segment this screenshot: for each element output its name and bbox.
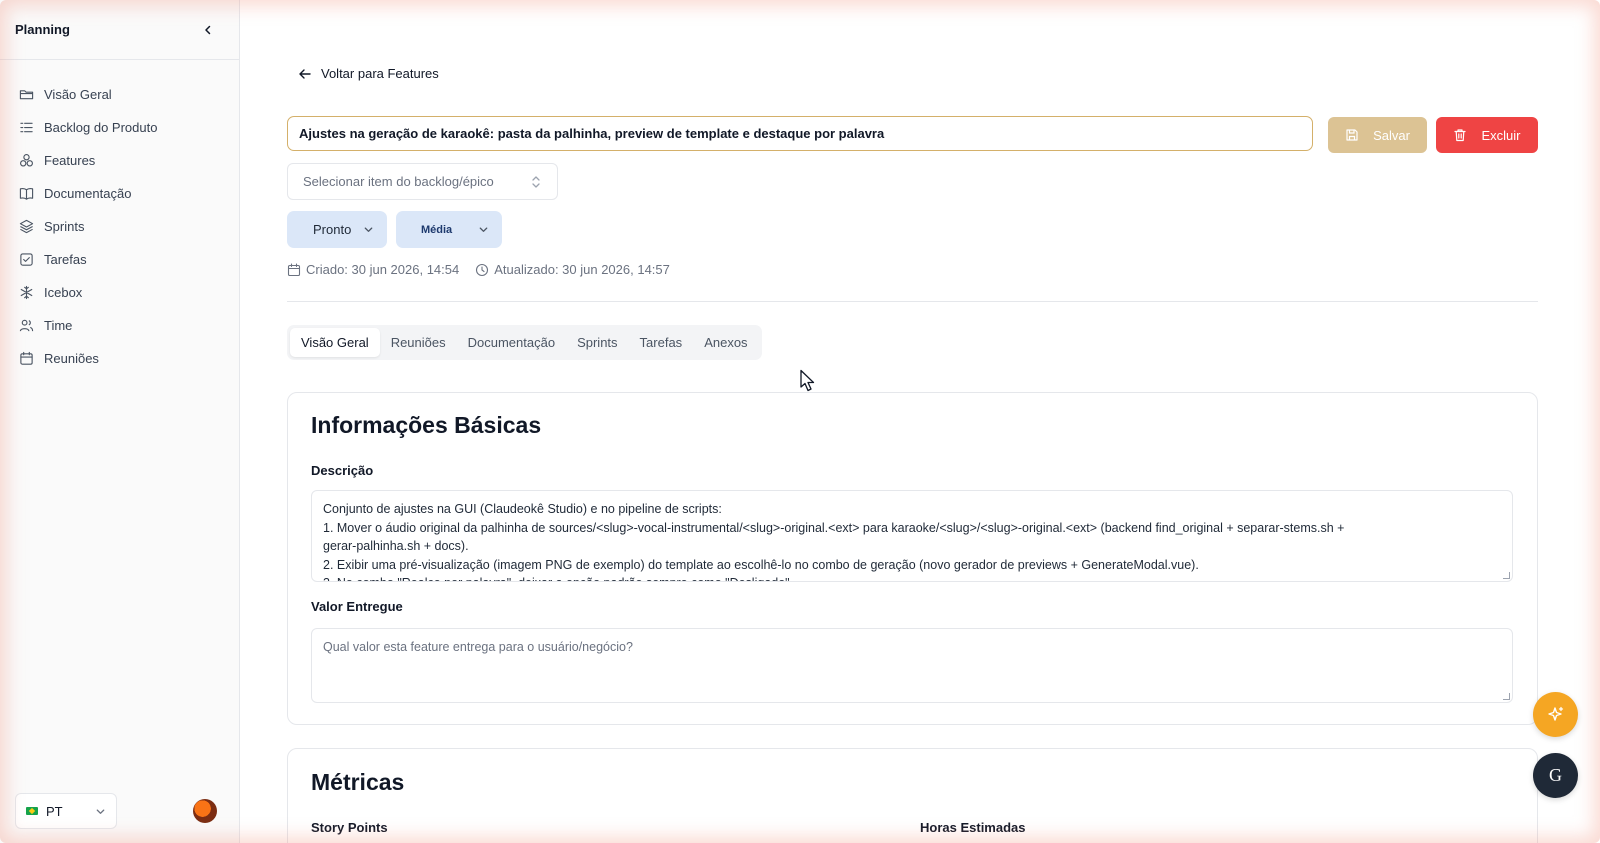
metrics-title: Métricas (311, 769, 405, 795)
trash-icon (1454, 129, 1467, 142)
calendar-icon (287, 262, 301, 276)
metrics-card: Métricas Story Points Horas Estimadas (287, 748, 1538, 843)
resize-handle[interactable] (1503, 693, 1510, 700)
basic-info-card: Informações Básicas Descrição Conjunto d… (287, 392, 1538, 725)
divider (287, 301, 1538, 302)
language-select[interactable]: PT (15, 793, 117, 829)
sidebar-item-features[interactable]: Features (0, 144, 239, 177)
delete-label: Excluir (1481, 127, 1521, 143)
backlog-epic-select[interactable]: Selecionar item do backlog/épico (287, 163, 558, 200)
clock-icon (476, 263, 489, 276)
sidebar-item-label: Reuniões (44, 351, 99, 366)
status-select[interactable]: Pronto (287, 211, 387, 248)
brazil-flag-icon (26, 807, 38, 815)
tab-sprints[interactable]: Sprints (566, 328, 628, 357)
value-delivered-label: Valor Entregue (311, 599, 403, 614)
sidebar-item-label: Icebox (44, 285, 83, 300)
main-content: Voltar para Features Ajustes na geração … (240, 0, 1600, 843)
sidebar-item-label: Visão Geral (44, 87, 112, 102)
snowflake-icon (20, 285, 33, 300)
description-line: Conjunto de ajustes na GUI (Claudeokê St… (323, 502, 722, 516)
description-line: 3. No combo "Realce por palavra", deixar… (323, 574, 1501, 581)
collapse-sidebar-button[interactable] (199, 21, 217, 39)
value-delivered-placeholder: Qual valor esta feature entrega para o u… (323, 640, 633, 654)
tab-visao-geral[interactable]: Visão Geral (290, 328, 380, 357)
calendar-icon (20, 351, 33, 365)
ai-assistant-button[interactable] (1533, 692, 1578, 737)
sparkles-icon (1547, 706, 1563, 721)
sidebar-item-label: Features (44, 153, 96, 168)
language-label: PT (46, 803, 63, 819)
folder-icon (19, 90, 34, 100)
sidebar-footer: PT (15, 793, 217, 829)
chevron-down-icon (364, 227, 373, 232)
timestamps: Criado: 30 jun 2026, 14:54 Atualizado: 3… (287, 262, 670, 277)
sidebar: Planning Visão Geral Backlog do Produto … (0, 0, 240, 843)
sidebar-title: Planning (15, 22, 70, 37)
story-points-label: Story Points (311, 820, 388, 835)
sidebar-item-backlog[interactable]: Backlog do Produto (0, 111, 239, 144)
tab-tarefas[interactable]: Tarefas (629, 328, 694, 357)
save-button[interactable]: Salvar (1328, 117, 1427, 153)
delete-button[interactable]: Excluir (1436, 117, 1538, 153)
description-line: gerar-palhinha.sh + docs). (323, 539, 469, 553)
status-value: Pronto (313, 222, 352, 237)
mouse-cursor-icon (800, 369, 815, 392)
g-assistant-button[interactable]: G (1533, 753, 1578, 798)
updated-at: Atualizado: 30 jun 2026, 14:57 (494, 262, 670, 277)
tab-reunioes[interactable]: Reuniões (380, 328, 457, 357)
save-label: Salvar (1373, 127, 1410, 143)
feature-title-input[interactable]: Ajustes na geração de karaokê: pasta da … (287, 116, 1313, 151)
chevron-down-icon (479, 227, 488, 232)
value-delivered-textarea[interactable]: Qual valor esta feature entrega para o u… (311, 628, 1513, 703)
boxes-icon (20, 154, 33, 167)
description-textarea[interactable]: Conjunto de ajustes na GUI (Claudeokê St… (311, 490, 1513, 582)
backlog-select-placeholder: Selecionar item do backlog/épico (303, 174, 494, 189)
basic-info-title: Informações Básicas (311, 412, 542, 438)
tab-bar: Visão Geral Reuniões Documentação Sprint… (287, 325, 762, 360)
priority-value: Média (421, 223, 453, 236)
arrow-left-icon (299, 68, 311, 79)
sidebar-item-reunioes[interactable]: Reuniões (0, 342, 239, 375)
description-line: 1. Mover o áudio original da palhinha de… (323, 520, 1345, 535)
description-line: 2. Exibir uma pré-visualização (imagem P… (323, 557, 1199, 572)
chevrons-up-down-icon (532, 175, 540, 188)
description-label: Descrição (311, 463, 374, 478)
back-to-features-link[interactable]: Voltar para Features (298, 66, 439, 81)
sidebar-item-sprints[interactable]: Sprints (0, 210, 239, 243)
chevron-left-icon (205, 25, 211, 34)
tab-anexos[interactable]: Anexos (693, 328, 758, 357)
book-icon (19, 187, 34, 200)
sidebar-item-label: Tarefas (44, 252, 87, 267)
layers-icon (19, 219, 34, 234)
back-link-label: Voltar para Features (321, 66, 439, 81)
sidebar-item-label: Time (44, 318, 73, 333)
sidebar-item-label: Documentação (44, 186, 132, 201)
avatar[interactable] (193, 799, 217, 823)
save-icon (1346, 129, 1358, 141)
sidebar-item-tarefas[interactable]: Tarefas (0, 243, 239, 276)
sidebar-item-documentacao[interactable]: Documentação (0, 177, 239, 210)
chevron-down-icon (96, 808, 105, 814)
estimated-hours-label: Horas Estimadas (920, 820, 1026, 835)
sidebar-item-icebox[interactable]: Icebox (0, 276, 239, 309)
sidebar-item-label: Sprints (44, 219, 85, 234)
sidebar-item-label: Backlog do Produto (44, 120, 158, 135)
sidebar-item-visao-geral[interactable]: Visão Geral (0, 78, 239, 111)
users-icon (19, 319, 34, 332)
resize-handle[interactable] (1503, 572, 1510, 579)
tab-documentacao[interactable]: Documentação (457, 328, 566, 357)
priority-select[interactable]: Média (396, 211, 502, 248)
sidebar-header: Planning (0, 0, 239, 60)
sidebar-nav: Visão Geral Backlog do Produto Features … (0, 60, 239, 375)
sidebar-item-time[interactable]: Time (0, 309, 239, 342)
list-icon (20, 122, 33, 133)
checkbox-icon (20, 253, 33, 266)
created-at: Criado: 30 jun 2026, 14:54 (306, 262, 460, 277)
